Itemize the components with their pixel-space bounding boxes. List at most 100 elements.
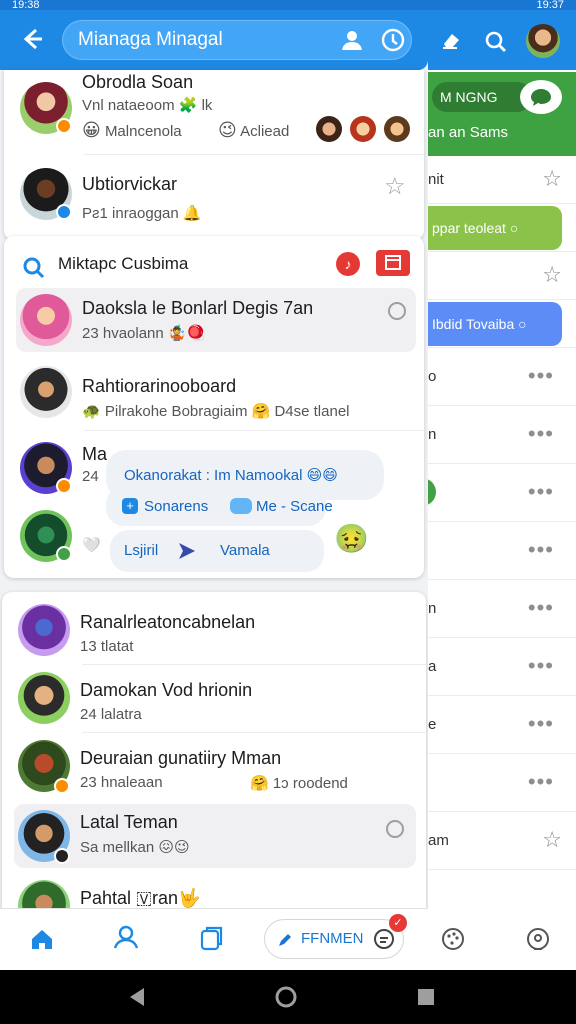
background-list-row[interactable]: n ••• [428,580,576,638]
contact-subtitle: Pƨ1 inraoggan 🔔 [82,205,202,222]
status-badge [56,546,72,562]
background-list-row[interactable]: ☆ [428,252,576,300]
background-list-row[interactable]: ••• [422,464,576,522]
background-list-row[interactable]: am ☆ [428,812,576,870]
more-options-icon[interactable]: ••• [528,363,554,389]
participant-avatar [350,116,376,142]
refresh-icon[interactable] [380,27,406,53]
avatar [20,294,72,346]
divider [82,732,426,733]
contact-subtitle: 13 tlatat [80,638,134,655]
background-app-bar [428,10,576,70]
list-item[interactable]: Ma 24 [16,436,108,500]
popup-label: Me - Scane [256,498,333,515]
arrow-left-icon [23,28,42,50]
participant-avatar [384,116,410,142]
compose-label: FFNMEN [301,930,364,947]
more-options-icon[interactable]: ••• [528,595,554,621]
person-icon[interactable] [340,28,364,52]
palette-icon[interactable] [440,926,466,952]
more-options-icon[interactable]: ••• [528,479,554,505]
star-icon[interactable]: ☆ [384,172,406,201]
contact-name: Ranalrleatoncabnelan [80,612,256,632]
list-item[interactable]: Ubtiorvickar Pƨ1 inraoggan 🔔 ☆ [4,156,424,236]
notification-badge: ✓ [389,914,407,932]
reaction-item: 😀 Malncenola [82,120,182,140]
avatar [20,366,72,418]
radio-icon: ○ [505,220,519,236]
select-radio[interactable] [386,820,404,838]
star-icon[interactable]: ☆ [542,166,562,192]
blue-pill-button[interactable]: Ibdid Tovaiba ○ [428,302,562,346]
home-circle-icon[interactable] [274,985,298,1009]
more-options-icon[interactable]: ••• [528,711,554,737]
background-list-row[interactable]: o ••• [428,348,576,406]
eraser-icon[interactable] [440,28,464,52]
background-list-row[interactable]: ••• [428,522,576,580]
list-item[interactable]: Rahtiorarinooboard 🐢 Pilrakohe Bobragiai… [16,360,416,424]
pill-label: Ibdid Tovaiba [432,316,515,332]
search-query[interactable]: Miktapc Cusbima [58,254,188,274]
list-item[interactable]: Latal Teman Sa mellkan 😖😉 [14,804,416,868]
list-item[interactable]: Obrodla Soan Vnl nataeoom 🧩 lk 😀 Malncen… [4,70,424,150]
list-item[interactable]: Deuraian gunatiiry Mman 23 hnaleaan 🤗 1ↄ… [2,734,426,798]
send-icon [179,543,195,559]
divider [84,154,424,155]
radio-icon: ○ [514,316,527,332]
contact-subtitle: Sa mellkan 😖😉 [80,839,190,856]
green-pill-button[interactable]: ppar teoleat ○ [428,206,562,250]
background-list-row[interactable]: ••• [428,754,576,812]
select-radio[interactable] [388,302,406,320]
back-triangle-icon[interactable] [126,986,148,1008]
contact-name: Obrodla Soan [82,72,194,92]
background-row-text: e [428,716,437,733]
more-options-icon[interactable]: ••• [528,769,554,795]
recents-square-icon[interactable] [416,987,436,1007]
background-list-row[interactable]: a ••• [428,638,576,696]
account-avatar[interactable] [526,24,560,58]
background-list-row[interactable]: n ••• [428,406,576,464]
background-list-row[interactable]: e ••• [428,696,576,754]
home-icon[interactable] [28,925,56,953]
app-bar: Mianaga Minagal [0,10,428,70]
popup-label: Vamala [220,542,270,559]
popup-line-3[interactable]: Lsjiril Vamala [110,530,324,572]
list-item[interactable]: 🤍 [16,504,106,568]
compose-button[interactable]: FFNMEN ✓ [264,914,407,959]
title-pill[interactable]: Mianaga Minagal [62,20,412,60]
chat-bubble-icon[interactable] [520,80,562,114]
background-list-row[interactable]: nit ☆ [428,156,576,204]
help-bubble-icon[interactable] [524,926,552,954]
background-list-row[interactable]: ppar teoleat ○ [428,204,576,252]
calendar-icon[interactable] [376,250,410,276]
status-badge [54,778,70,794]
contact-name: Deuraian gunatiiry Mman [80,748,282,768]
contact-subtitle: 🤍 [82,537,101,554]
contact-subtitle: 24 [82,468,99,485]
contact-name: Ma [82,444,108,464]
avatar [18,672,70,724]
back-button[interactable] [14,24,48,58]
mic-icon[interactable]: ♪ [336,252,360,276]
documents-icon[interactable] [198,923,228,953]
more-options-icon[interactable]: ••• [528,653,554,679]
list-item[interactable]: Damokan Vod hrionin 24 lalatra [2,666,426,730]
search-icon[interactable] [484,30,508,54]
contact-name: Latal Teman [80,812,178,832]
list-item[interactable]: Daoksla le Bonlarl Degis 7an 23 hvaolann… [16,288,416,352]
more-options-icon[interactable]: ••• [528,537,554,563]
background-card-label: M NGNG [432,82,532,112]
star-icon[interactable]: ☆ [542,827,562,853]
star-icon[interactable]: ☆ [542,262,562,288]
conversation-card-top: Obrodla Soan Vnl nataeoom 🧩 lk 😀 Malncen… [4,70,424,240]
avatar [18,604,70,656]
profile-icon[interactable] [112,923,140,951]
popup-text: Okanorakat : Im Namookal 😄😄 [124,467,338,484]
popup-line-2[interactable]: + Sonarens Me - Scane [106,486,333,526]
more-options-icon[interactable]: ••• [528,421,554,447]
background-list-row[interactable]: Ibdid Tovaiba ○ [428,300,576,348]
system-navigation-bar [0,970,576,1024]
list-item[interactable]: Ranalrleatoncabnelan 13 tlatat [2,598,426,662]
popup-label: Sonarens [144,498,209,515]
background-row-text: am [428,832,449,849]
